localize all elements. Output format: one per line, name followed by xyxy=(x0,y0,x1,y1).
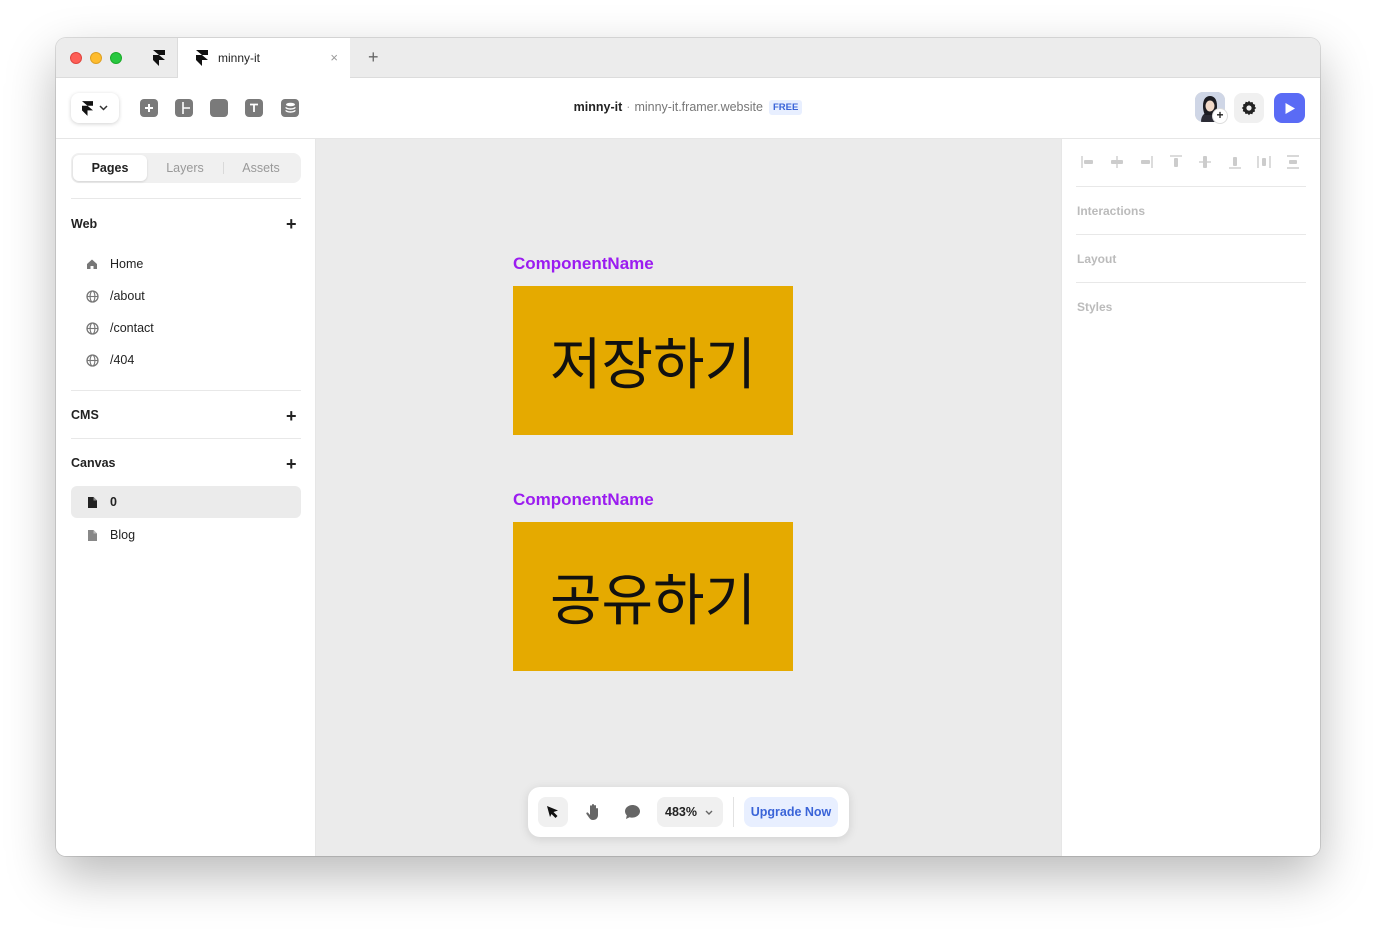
hand-icon xyxy=(586,804,598,820)
page-label: /404 xyxy=(110,353,135,367)
page-label: Home xyxy=(110,257,144,271)
minimize-window-button[interactable] xyxy=(90,52,102,64)
framer-logo-icon xyxy=(152,50,165,66)
align-left-icon[interactable] xyxy=(1079,153,1097,171)
title-separator: · xyxy=(626,100,631,114)
panel-tabs: Pages Layers Assets xyxy=(71,153,301,183)
page-item-blog[interactable]: Blog xyxy=(71,520,301,550)
project-title: minny-it · minny-it.framer.website FREE xyxy=(56,100,1320,115)
select-tool-button[interactable] xyxy=(538,797,568,827)
align-top-icon[interactable] xyxy=(1167,153,1185,171)
alignment-toolbar xyxy=(1076,153,1306,173)
page-item-404[interactable]: /404 xyxy=(71,345,301,375)
zoom-select[interactable]: 483% xyxy=(657,797,723,827)
divider xyxy=(71,390,301,391)
section-layout[interactable]: Layout xyxy=(1077,252,1116,266)
distribute-vertical-icon[interactable] xyxy=(1284,153,1302,171)
add-cms-collection-button[interactable]: + xyxy=(286,407,297,425)
divider xyxy=(1076,234,1306,235)
preview-button[interactable] xyxy=(1274,93,1305,123)
zoom-value: 483% xyxy=(665,805,697,819)
page-label: Blog xyxy=(110,528,136,542)
page-label: /about xyxy=(110,289,145,303)
tab-layers[interactable]: Layers xyxy=(147,155,223,181)
home-icon xyxy=(85,257,99,271)
section-styles[interactable]: Styles xyxy=(1077,300,1112,314)
section-title-canvas: Canvas xyxy=(71,456,116,470)
invite-user-icon[interactable]: + xyxy=(1213,109,1227,123)
chevron-down-icon xyxy=(705,807,713,818)
comment-icon xyxy=(624,805,640,819)
page-item-home[interactable]: Home xyxy=(71,249,301,279)
left-panel: Pages Layers Assets Web + Home /about /c… xyxy=(56,139,316,856)
new-tab-button[interactable]: + xyxy=(368,47,379,68)
hand-tool-button[interactable] xyxy=(578,797,608,827)
distribute-horizontal-icon[interactable] xyxy=(1255,153,1273,171)
align-center-horizontal-icon[interactable] xyxy=(1108,153,1126,171)
editor-toolbar: minny-it · minny-it.framer.website FREE + xyxy=(56,78,1320,139)
add-canvas-page-button[interactable]: + xyxy=(286,455,297,473)
framer-logo-icon xyxy=(196,50,208,66)
settings-button[interactable] xyxy=(1234,93,1264,123)
section-title-cms: CMS xyxy=(71,408,99,422)
align-right-icon[interactable] xyxy=(1137,153,1155,171)
component-name-label[interactable]: ComponentName xyxy=(513,490,654,510)
file-icon xyxy=(85,528,99,542)
globe-icon xyxy=(85,289,99,303)
app-window: minny-it × + minny-it · minny-it.framer.we… xyxy=(56,38,1320,856)
right-panel: Interactions Layout Styles xyxy=(1061,139,1320,856)
file-icon xyxy=(85,495,99,509)
gear-icon xyxy=(1241,100,1257,116)
divider xyxy=(71,438,301,439)
page-label: /contact xyxy=(110,321,154,335)
component-name-label[interactable]: ComponentName xyxy=(513,254,654,274)
add-web-page-button[interactable]: + xyxy=(286,215,297,233)
component-save[interactable]: 저장하기 xyxy=(513,286,793,435)
close-tab-icon[interactable]: × xyxy=(330,50,338,65)
project-name[interactable]: minny-it xyxy=(574,100,623,114)
divider xyxy=(1076,186,1306,187)
align-center-vertical-icon[interactable] xyxy=(1196,153,1214,171)
globe-icon xyxy=(85,321,99,335)
tab-title: minny-it xyxy=(218,51,261,65)
section-interactions[interactable]: Interactions xyxy=(1077,204,1145,218)
play-icon xyxy=(1285,102,1295,114)
plan-badge: FREE xyxy=(768,100,803,115)
title-bar: minny-it × + xyxy=(56,38,1320,78)
close-window-button[interactable] xyxy=(70,52,82,64)
upgrade-now-button[interactable]: Upgrade Now xyxy=(744,797,838,827)
comment-tool-button[interactable] xyxy=(617,797,647,827)
page-item-contact[interactable]: /contact xyxy=(71,313,301,343)
canvas-toolbar: 483% Upgrade Now xyxy=(528,787,849,837)
site-domain[interactable]: minny-it.framer.website xyxy=(634,100,763,114)
cursor-icon xyxy=(547,806,558,818)
maximize-window-button[interactable] xyxy=(110,52,122,64)
component-share[interactable]: 공유하기 xyxy=(513,522,793,671)
page-label: 0 xyxy=(110,495,117,509)
home-tab[interactable] xyxy=(140,38,178,78)
page-item-about[interactable]: /about xyxy=(71,281,301,311)
align-bottom-icon[interactable] xyxy=(1226,153,1244,171)
tab-assets[interactable]: Assets xyxy=(223,155,299,181)
design-canvas[interactable]: ComponentName 저장하기 ComponentName 공유하기 48… xyxy=(316,139,1061,856)
page-item-0[interactable]: 0 xyxy=(71,486,301,518)
tab-pages[interactable]: Pages xyxy=(73,155,147,181)
divider xyxy=(71,198,301,199)
divider xyxy=(1076,282,1306,283)
section-title-web: Web xyxy=(71,217,98,231)
divider xyxy=(733,797,734,827)
tab-minny-it[interactable]: minny-it × xyxy=(178,38,350,78)
globe-icon xyxy=(85,353,99,367)
